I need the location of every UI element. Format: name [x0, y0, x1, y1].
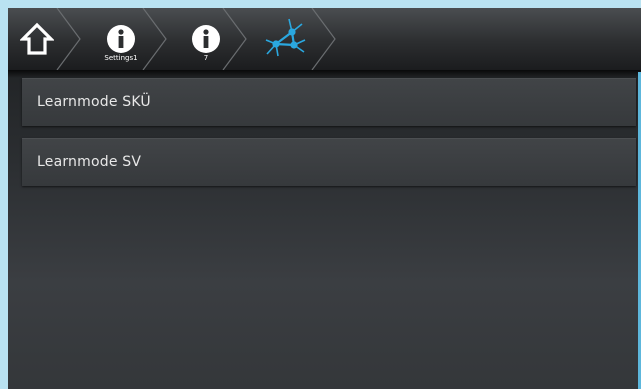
header-shadow [8, 70, 641, 78]
home-icon [20, 22, 54, 55]
breadcrumb-caption: Settings1 [104, 54, 138, 62]
breadcrumb-caption: 7 [203, 54, 209, 62]
breadcrumb: Settings1 7 [8, 8, 641, 70]
app-screen: Settings1 7 Learnmode SKÜ Learnmode SV [8, 8, 641, 389]
info-icon [107, 25, 135, 53]
breadcrumb-item-7[interactable]: 7 [174, 8, 234, 70]
list-item-label: Learnmode SKÜ [37, 94, 151, 110]
breadcrumb-item-settings1[interactable]: Settings1 [90, 8, 150, 70]
list-item-learnmode-sv[interactable]: Learnmode SV [22, 138, 636, 186]
list-item-learnmode-sku[interactable]: Learnmode SKÜ [22, 78, 636, 126]
info-icon [192, 25, 220, 53]
list-item-label: Learnmode SV [37, 154, 142, 170]
network-nodes-icon [265, 18, 306, 57]
breadcrumb-item-current[interactable] [258, 8, 318, 70]
breadcrumb-home[interactable] [8, 8, 68, 70]
